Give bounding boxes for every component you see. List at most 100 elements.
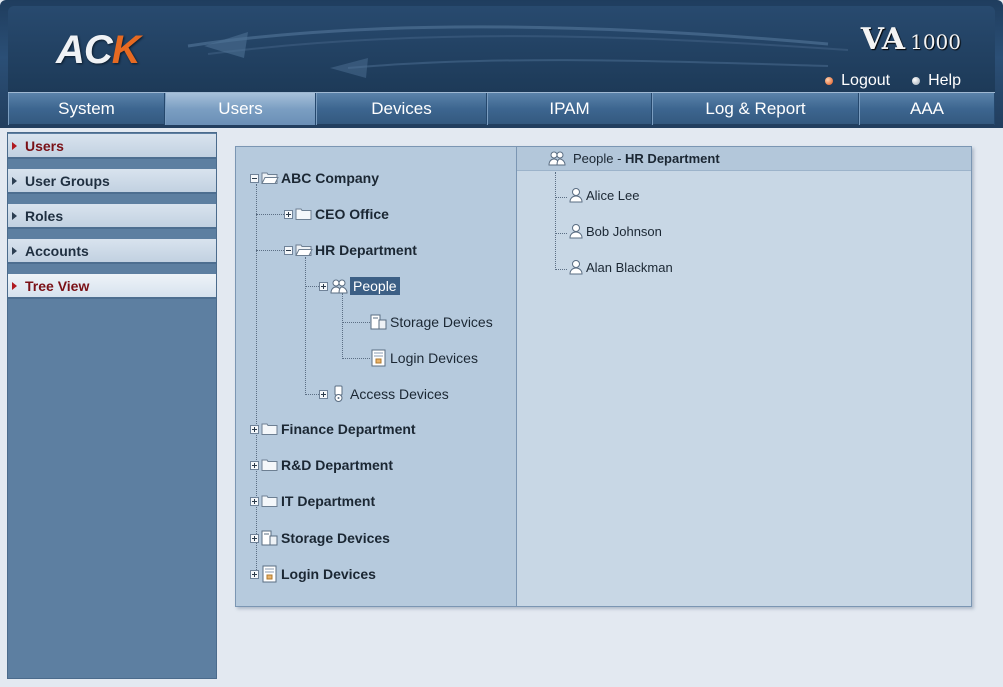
- tree-label[interactable]: Login Devices: [390, 350, 478, 366]
- sidebar-item-label: Roles: [25, 207, 64, 224]
- tree-label[interactable]: ABC Company: [281, 170, 379, 186]
- help-bullet-icon: [912, 77, 921, 85]
- expand-icon[interactable]: [250, 496, 259, 506]
- sidebar: Users User Groups Roles Accounts Tree Vi…: [7, 132, 217, 679]
- sidebar-item-label: Users: [25, 137, 64, 154]
- member-item[interactable]: Alan Blackman: [568, 259, 673, 275]
- detail-pane: People - HR Department Alice Lee Bob Joh…: [517, 147, 971, 606]
- tree-label[interactable]: IT Department: [281, 493, 375, 509]
- nav-system[interactable]: System: [8, 93, 165, 125]
- expand-icon[interactable]: [250, 460, 259, 470]
- expand-icon[interactable]: [319, 281, 328, 291]
- tree-node-ceo-office: CEO Office: [284, 206, 389, 222]
- logout-link[interactable]: Logout: [825, 72, 890, 90]
- expand-icon[interactable]: [319, 389, 328, 399]
- tree-label[interactable]: CEO Office: [315, 206, 389, 222]
- tree-line: [555, 233, 567, 234]
- expand-icon[interactable]: [250, 569, 259, 579]
- user-icon: [569, 260, 583, 275]
- brand-va: VA: [860, 22, 905, 57]
- nav-devices[interactable]: Devices: [316, 93, 487, 125]
- sidebar-item-label: Tree View: [25, 277, 90, 294]
- tree-node-people: People: [319, 277, 400, 295]
- tree-line: [555, 269, 567, 270]
- brand-model: 1000: [910, 30, 961, 54]
- tree-node-abc-company: ABC Company: [250, 170, 379, 186]
- tree-label[interactable]: Storage Devices: [390, 314, 493, 330]
- tree-label[interactable]: R&D Department: [281, 457, 393, 473]
- tree-label[interactable]: Finance Department: [281, 421, 416, 437]
- open-folder-icon: [261, 172, 279, 184]
- nav-users[interactable]: Users: [165, 93, 316, 125]
- collapse-icon[interactable]: [284, 245, 293, 255]
- logout-label: Logout: [841, 72, 891, 89]
- login-device-icon: [262, 565, 277, 583]
- tree-node-it-department: IT Department: [250, 493, 375, 509]
- top-links: Logout Help: [825, 72, 961, 90]
- expand-icon[interactable]: [250, 424, 259, 434]
- tree-line: [555, 172, 556, 268]
- sidebar-item-accounts[interactable]: Accounts: [8, 239, 216, 264]
- tree-line: [256, 214, 284, 215]
- member-name: Bob Johnson: [586, 223, 662, 239]
- nav-aaa[interactable]: AAA: [859, 93, 995, 125]
- member-name: Alice Lee: [586, 187, 640, 203]
- nav-ipam[interactable]: IPAM: [487, 93, 652, 125]
- tree-line: [256, 250, 284, 251]
- sidebar-item-user-groups[interactable]: User Groups: [8, 169, 216, 194]
- tree-pane: ABC Company CEO Office HR Department Peo…: [236, 147, 517, 606]
- member-name: Alan Blackman: [586, 259, 673, 275]
- detail-title: People - HR Department: [547, 150, 720, 167]
- nav-log-report[interactable]: Log & Report: [652, 93, 859, 125]
- tree-label[interactable]: Storage Devices: [281, 530, 390, 546]
- ack-logo: ACK: [56, 28, 141, 78]
- folder-icon: [295, 208, 312, 220]
- folder-icon: [261, 459, 278, 471]
- logo-text: ACK: [56, 28, 141, 72]
- tree-line: [555, 197, 567, 198]
- expand-icon[interactable]: [250, 533, 259, 543]
- help-link[interactable]: Help: [912, 72, 961, 90]
- sidebar-item-users[interactable]: Users: [8, 134, 216, 159]
- content-panel: ABC Company CEO Office HR Department Peo…: [235, 146, 972, 607]
- tree-node-login-devices: Login Devices: [250, 565, 376, 583]
- arrow-right-icon: [12, 176, 17, 185]
- expand-icon[interactable]: [284, 209, 293, 219]
- storage-device-icon: [370, 314, 387, 330]
- login-device-icon: [371, 349, 386, 367]
- tree-label[interactable]: Access Devices: [350, 386, 449, 402]
- detail-header: People - HR Department: [517, 147, 971, 171]
- collapse-icon[interactable]: [250, 173, 259, 183]
- folder-icon: [261, 495, 278, 507]
- tree-label[interactable]: Login Devices: [281, 566, 376, 582]
- tree-line: [256, 184, 257, 576]
- storage-device-icon: [261, 530, 278, 546]
- people-group-icon: [330, 279, 348, 293]
- sidebar-item-tree-view[interactable]: Tree View: [8, 274, 216, 299]
- tree-line: [305, 257, 306, 395]
- arrow-right-icon: [12, 246, 17, 255]
- sidebar-item-roles[interactable]: Roles: [8, 204, 216, 229]
- open-folder-icon: [295, 244, 313, 256]
- detail-title-department: HR Department: [625, 151, 720, 166]
- arrow-right-icon: [12, 141, 17, 150]
- member-item[interactable]: Alice Lee: [568, 187, 639, 203]
- tree-label[interactable]: HR Department: [315, 242, 417, 258]
- tree-label-selected[interactable]: People: [350, 277, 400, 295]
- sidebar-item-label: Accounts: [25, 242, 89, 259]
- member-item[interactable]: Bob Johnson: [568, 223, 662, 239]
- tree-line: [342, 358, 370, 359]
- access-key-icon: [334, 385, 343, 402]
- user-icon: [569, 188, 583, 203]
- tree-line: [305, 394, 319, 395]
- tree-node-hr-department: HR Department: [284, 242, 417, 258]
- detail-title-prefix: People -: [573, 151, 626, 166]
- product-brand: VA 1000: [861, 22, 961, 57]
- tree-node-finance-department: Finance Department: [250, 421, 416, 437]
- folder-icon: [261, 423, 278, 435]
- people-group-icon: [548, 151, 566, 166]
- arrow-right-icon: [12, 281, 17, 290]
- tree-node-storage-devices-child: Storage Devices: [370, 313, 493, 331]
- user-icon: [569, 224, 583, 239]
- tree-node-storage-devices: Storage Devices: [250, 529, 390, 547]
